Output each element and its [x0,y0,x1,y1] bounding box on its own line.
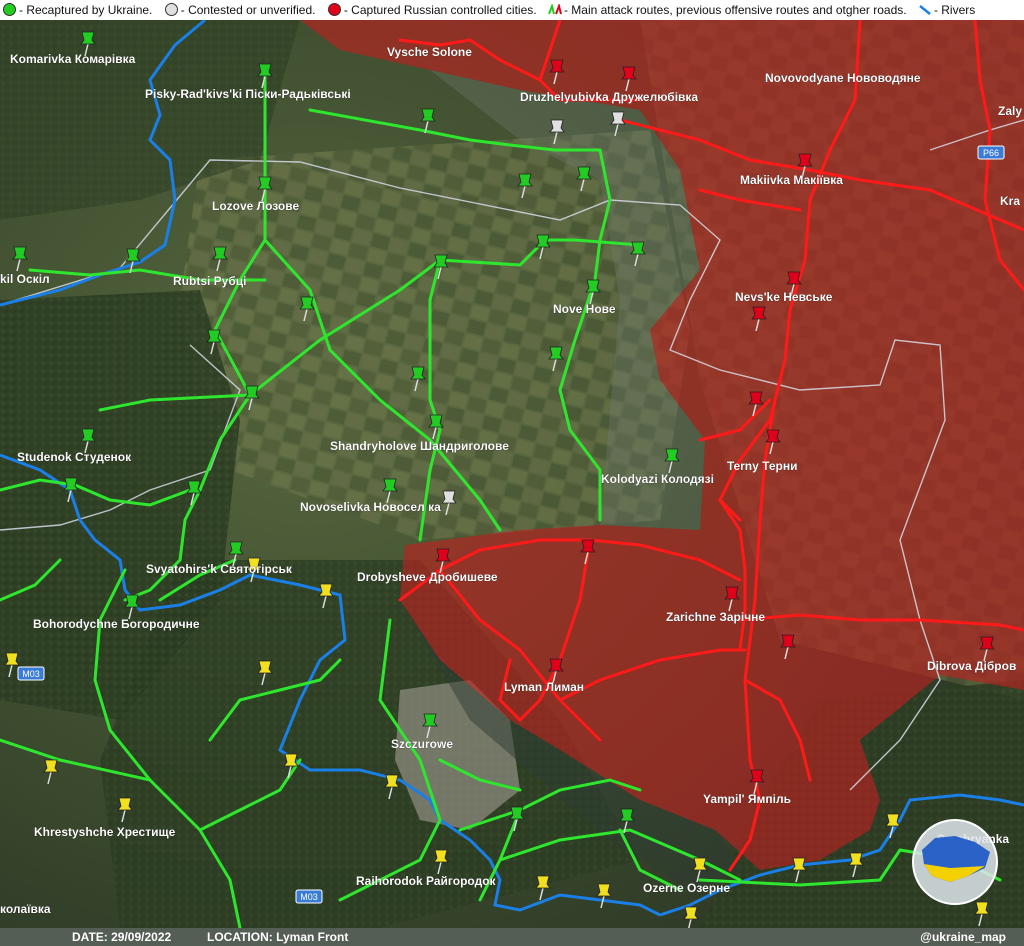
city-terny: Terny Терни [727,459,797,473]
city-svyatohirsk: Svyatohirs'k Святогірськ [146,562,293,576]
legend-captured: - Captured Russian controlled cities. [325,0,537,20]
city-vysche-solone: Vysche Solone [387,45,472,59]
city-zaly: Zaly [998,104,1022,118]
city-pisky: Pisky-Rad'kivs'ki Піски-Радьківські [145,87,351,101]
legend-rivers: - Rivers [916,0,975,20]
footer-bar: DATE: 29/09/2022 LOCATION: Lyman Front @… [0,928,1024,946]
city-bohorodychne: Bohorodychne Богородичне [33,617,200,631]
routes-icon [548,4,562,15]
red-dot-icon [327,3,341,16]
city-ozerne: Ozerne Озерне [643,881,730,895]
city-lyman: Lyman Лиман [504,680,584,694]
city-rubtsi: Rubtsi Рубці [173,274,246,288]
road-label-m03-south: M03 [295,889,323,904]
city-makiivka: Makiivka Макіївка [740,173,843,187]
ukraine-map-logo-icon [912,819,998,905]
white-dot-icon [164,3,178,16]
svg-text:M03: M03 [22,669,40,679]
road-label-m03-west: M03 [17,666,45,681]
svg-text:M03: M03 [300,892,318,902]
city-zarichne: Zarichne Зарічне [666,610,765,624]
footer-handle: @ukraine_map [920,930,1006,944]
city-kolodyazi: Kolodyazi Колодязі [601,472,714,486]
city-nevske: Nevs'ke Невське [735,290,833,304]
city-drobysheve: Drobysheve Дробишеве [357,570,498,584]
footer-location: LOCATION: Lyman Front [207,930,349,944]
legend-contested: - Contested or unverified. [162,0,316,20]
city-lozove: Lozove Лозове [212,199,299,213]
map-canvas: P66 M03 M03 Komarivka Комарівка Pisky-Ra… [0,0,1024,946]
footer-date: DATE: 29/09/2022 [72,930,172,944]
road-label-p66: P66 [977,145,1005,160]
city-szczurowe: Szczurowe [391,737,453,751]
green-dot-icon [3,3,16,16]
city-kra: Kra [1000,194,1020,208]
city-khrestyshche: Khrestyshche Хрестище [34,825,176,839]
city-studenok: Studenok Студенок [17,450,132,464]
city-shandryholove: Shandryholove Шандриголове [330,439,509,453]
svg-text:P66: P66 [983,148,999,158]
map-stage: - Recaptured by Ukraine. - Contested or … [0,0,1024,946]
city-nove: Nove Нове [553,302,616,316]
city-novovodyane: Novovodyane Нововодяне [765,71,921,85]
city-druzhelyubivka: Druzhelyubivka Дружелюбівка [520,90,698,104]
city-kolaivka: колаївка [0,902,51,916]
city-yampil: Yampil' Ямпіль [703,792,791,806]
river-icon [919,5,931,15]
city-novoselivka: Novoselivka Новосел ка [300,500,441,514]
legend-routes: - Main attack routes, previous offensive… [546,0,907,20]
legend-recaptured: - Recaptured by Ukraine. [0,0,152,20]
legend-bar: - Recaptured by Ukraine. - Contested or … [0,0,1024,20]
city-raihorodok: Raihorodok Райгородок [356,874,497,888]
city-dibrova: Dibrova Дібров [927,659,1016,673]
city-komarivka: Komarivka Комарівка [10,52,136,66]
city-oskil: kil Оскіл [0,272,50,286]
